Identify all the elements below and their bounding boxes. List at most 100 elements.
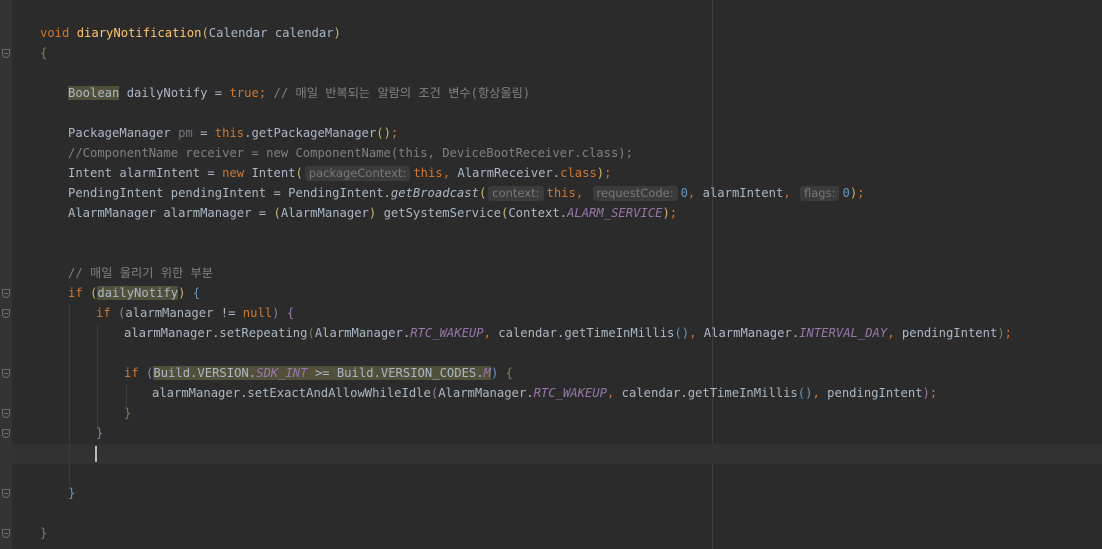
build-version: Build.VERSION: [153, 366, 249, 380]
fold-icon[interactable]: [2, 489, 10, 498]
code-line-9: PendingIntent pendingIntent = PendingInt…: [68, 186, 865, 201]
fold-icon[interactable]: [2, 409, 10, 418]
text-caret: [95, 446, 97, 462]
const-sdk-int: SDK_INT: [256, 366, 308, 380]
type-alarm-manager: AlarmManager: [280, 206, 369, 220]
var-pending-intent: pendingIntent: [170, 186, 267, 200]
type-pending-intent: PendingIntent: [68, 186, 164, 200]
fold-icon[interactable]: [2, 289, 10, 298]
keyword-class: class: [560, 166, 597, 180]
right-margin-guide: [712, 0, 713, 549]
type-intent: Intent: [251, 166, 296, 180]
const-alarm-service: ALARM_SERVICE: [567, 206, 663, 220]
close-brace: }: [68, 486, 76, 500]
var-alarm-intent: alarmIntent: [119, 166, 201, 180]
fold-icon[interactable]: [2, 369, 10, 378]
var-alarm-manager: alarmManager: [124, 326, 213, 340]
code-line-19: alarmManager.setExactAndAllowWhileIdle(A…: [152, 386, 938, 400]
paren: (: [201, 26, 209, 40]
keyword-new: new: [222, 166, 245, 180]
param-type: Calendar: [208, 26, 268, 40]
call-set-repeating: setRepeating: [219, 326, 308, 340]
indent-guide: [69, 304, 70, 484]
keyword-this: this: [214, 126, 245, 140]
var-daily-notify: dailyNotify: [97, 286, 179, 300]
type-context: Context: [508, 206, 560, 220]
call-set-exact: setExactAndAllowWhileIdle: [247, 386, 431, 400]
var-alarm-intent: alarmIntent: [702, 186, 784, 200]
code-line-21: }: [96, 423, 103, 443]
keyword-this: this: [413, 166, 443, 180]
const-rtc-wakeup: RTC_WAKEUP: [410, 326, 484, 340]
type-alarm-manager: AlarmManager: [703, 326, 792, 340]
code-line-8: Intent alarmIntent = new Intent(packageC…: [68, 166, 612, 181]
keyword-void: void: [40, 26, 70, 40]
var-pending-intent: pendingIntent: [827, 386, 923, 400]
param-hint-flags: flags:: [800, 186, 840, 201]
const-rtc-wakeup: RTC_WAKEUP: [533, 386, 607, 400]
open-brace: {: [40, 46, 48, 60]
code-line-15: if (alarmManager != null) {: [96, 306, 295, 320]
keyword-this: this: [546, 186, 576, 200]
param-name: calendar: [498, 326, 557, 340]
fold-icon[interactable]: [2, 429, 10, 438]
var-pm: pm: [178, 126, 193, 140]
const-interval-day: INTERVAL_DAY: [799, 326, 888, 340]
param-hint-package-context: packageContext:: [304, 166, 411, 181]
keyword-if: if: [124, 366, 139, 380]
type-alarm-manager: AlarmManager: [438, 386, 527, 400]
keyword-true: true: [229, 86, 259, 100]
var-alarm-manager: alarmManager: [163, 206, 252, 220]
var-daily-notify: dailyNotify: [126, 86, 208, 100]
code-line-7: //ComponentName receiver = new Component…: [68, 143, 633, 163]
code-line-24: }: [68, 483, 75, 503]
code-line-18: if (Build.VERSION.SDK_INT >= Build.VERSI…: [124, 366, 513, 380]
code-line-2: {: [40, 43, 47, 63]
comment-daily: // 매일 반복되는 알람의 조건 변수(항상울림): [273, 86, 531, 100]
var-pending-intent: pendingIntent: [901, 326, 998, 340]
number-zero: 0: [680, 186, 688, 200]
code-line-10: AlarmManager alarmManager = (AlarmManage…: [68, 206, 678, 220]
type-alarm-manager: AlarmManager: [314, 326, 403, 340]
call-get-time-in-millis: getTimeInMillis: [687, 386, 798, 400]
code-line-6: PackageManager pm = this.getPackageManag…: [68, 126, 399, 140]
param-hint-request-code: requestCode:: [592, 186, 678, 201]
const-m: M: [483, 366, 491, 380]
indent-guide: [97, 324, 98, 428]
comment-ring: // 매일 울리기 위한 부분: [68, 266, 213, 280]
close-brace: }: [40, 526, 48, 540]
close-brace: }: [124, 406, 132, 420]
param-name: calendar: [621, 386, 681, 400]
keyword-if: if: [68, 286, 83, 300]
call-get-package-manager: getPackageManager: [251, 126, 377, 140]
code-line-13: // 매일 울리기 위한 부분: [68, 263, 213, 283]
current-line-highlight: [12, 444, 1102, 464]
fold-icon[interactable]: [2, 309, 10, 318]
build-version-codes: Build.VERSION_CODES: [336, 366, 477, 380]
type-alarm-manager: AlarmManager: [68, 206, 157, 220]
close-brace: }: [96, 426, 104, 440]
paren: ): [333, 26, 341, 40]
type-alarm-receiver: AlarmReceiver: [457, 166, 553, 180]
code-line-16: alarmManager.setRepeating(AlarmManager.R…: [124, 326, 1012, 340]
number-zero: 0: [842, 186, 850, 200]
editor-gutter: [0, 0, 12, 549]
param-name: calendar: [274, 26, 334, 40]
code-line-4: Boolean dailyNotify = true; // 매일 반복되는 알…: [68, 86, 531, 100]
type-pending-intent: PendingIntent: [288, 186, 384, 200]
call-get-time-in-millis: getTimeInMillis: [564, 326, 675, 340]
call-get-broadcast: getBroadcast: [390, 186, 479, 200]
param-hint-context: context:: [488, 186, 544, 201]
type-intent: Intent: [68, 166, 113, 180]
keyword-null: null: [242, 306, 273, 320]
var-alarm-manager: alarmManager: [125, 306, 214, 320]
code-line-20: }: [124, 403, 131, 423]
fold-icon[interactable]: [2, 529, 10, 538]
method-name: diaryNotification: [76, 26, 202, 40]
boolean-type: Boolean: [68, 86, 120, 100]
commented-code: //ComponentName receiver = new Component…: [68, 146, 633, 160]
code-line-14: if (dailyNotify) {: [68, 286, 201, 300]
fold-icon[interactable]: [2, 49, 10, 58]
call-get-system-service: getSystemService: [383, 206, 501, 220]
var-alarm-manager: alarmManager: [152, 386, 241, 400]
